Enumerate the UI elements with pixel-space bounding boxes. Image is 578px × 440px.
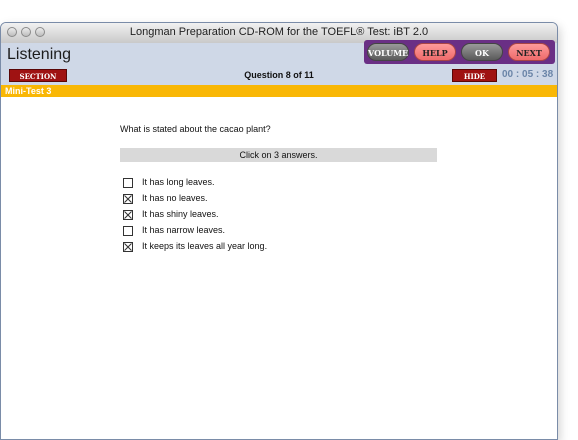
mini-test-bar: Mini-Test 3 — [1, 85, 557, 97]
next-button[interactable]: NEXT — [508, 43, 550, 61]
question-prompt: What is stated about the cacao plant? — [120, 124, 271, 134]
app-window: Longman Preparation CD-ROM for the TOEFL… — [0, 22, 558, 440]
answer-checkbox-checked[interactable] — [123, 210, 133, 220]
answer-list: It has long leaves. It has no leaves. It… — [123, 177, 383, 257]
help-button[interactable]: HELP — [414, 43, 456, 61]
answer-option[interactable]: It has long leaves. — [123, 177, 383, 193]
answer-option[interactable]: It has shiny leaves. — [123, 209, 383, 225]
answer-label: It has no leaves. — [142, 193, 208, 203]
answer-label: It has narrow leaves. — [142, 225, 226, 235]
answer-checkbox-checked[interactable] — [123, 242, 133, 252]
answer-option[interactable]: It has no leaves. — [123, 193, 383, 209]
answer-instruction: Click on 3 answers. — [120, 148, 437, 162]
control-button-panel: VOLUME HELP OK NEXT — [364, 40, 555, 64]
volume-button[interactable]: VOLUME — [367, 43, 409, 61]
hide-time-button[interactable]: HIDE TIME — [452, 69, 497, 94]
answer-checkbox-checked[interactable] — [123, 194, 133, 204]
section-title: Listening — [7, 46, 72, 63]
answer-label: It has long leaves. — [142, 177, 215, 187]
answer-label: It keeps its leaves all year long. — [142, 241, 268, 251]
answer-label: It has shiny leaves. — [142, 209, 219, 219]
ok-button[interactable]: OK — [461, 43, 503, 61]
answer-checkbox[interactable] — [123, 178, 133, 188]
answer-option[interactable]: It keeps its leaves all year long. — [123, 241, 383, 257]
answer-checkbox[interactable] — [123, 226, 133, 236]
window-title: Longman Preparation CD-ROM for the TOEFL… — [129, 26, 429, 38]
answer-option[interactable]: It has narrow leaves. — [123, 225, 383, 241]
countdown-timer: 00 : 05 : 38 — [502, 69, 554, 80]
